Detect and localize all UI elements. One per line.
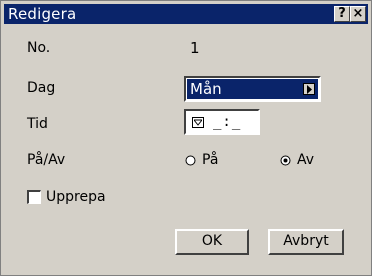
- off-radio[interactable]: [280, 155, 291, 166]
- day-label: Dag: [27, 80, 56, 96]
- day-dropdown-selection: Mån: [187, 79, 318, 99]
- number-value: 1: [190, 39, 200, 57]
- onoff-label: På/Av: [27, 152, 66, 168]
- on-radio-label: På: [202, 152, 219, 168]
- on-radio[interactable]: [185, 155, 196, 166]
- close-icon: ×: [352, 6, 364, 21]
- cancel-button[interactable]: Avbryt: [268, 229, 344, 255]
- ok-button[interactable]: OK: [175, 229, 249, 255]
- dialog-title: Redigera: [8, 5, 77, 23]
- help-icon: ?: [338, 6, 346, 21]
- dropdown-arrow-icon[interactable]: [303, 83, 315, 95]
- day-dropdown-value: Mån: [190, 80, 222, 98]
- edit-dialog: Redigera ? × No. 1 Dag Mån Tid _:_ På/Av…: [0, 0, 372, 276]
- chevron-down-icon[interactable]: [192, 117, 204, 128]
- title-bar: Redigera ? ×: [4, 4, 368, 24]
- time-label: Tid: [27, 116, 48, 132]
- help-button[interactable]: ?: [334, 6, 350, 22]
- number-label: No.: [27, 40, 51, 56]
- day-dropdown[interactable]: Mån: [184, 76, 321, 102]
- time-value: _:_: [213, 114, 242, 130]
- repeat-label: Upprepa: [46, 189, 106, 205]
- off-radio-label: Av: [297, 152, 315, 168]
- time-field[interactable]: _:_: [184, 109, 260, 135]
- close-button[interactable]: ×: [350, 6, 366, 22]
- repeat-checkbox[interactable]: [27, 190, 41, 204]
